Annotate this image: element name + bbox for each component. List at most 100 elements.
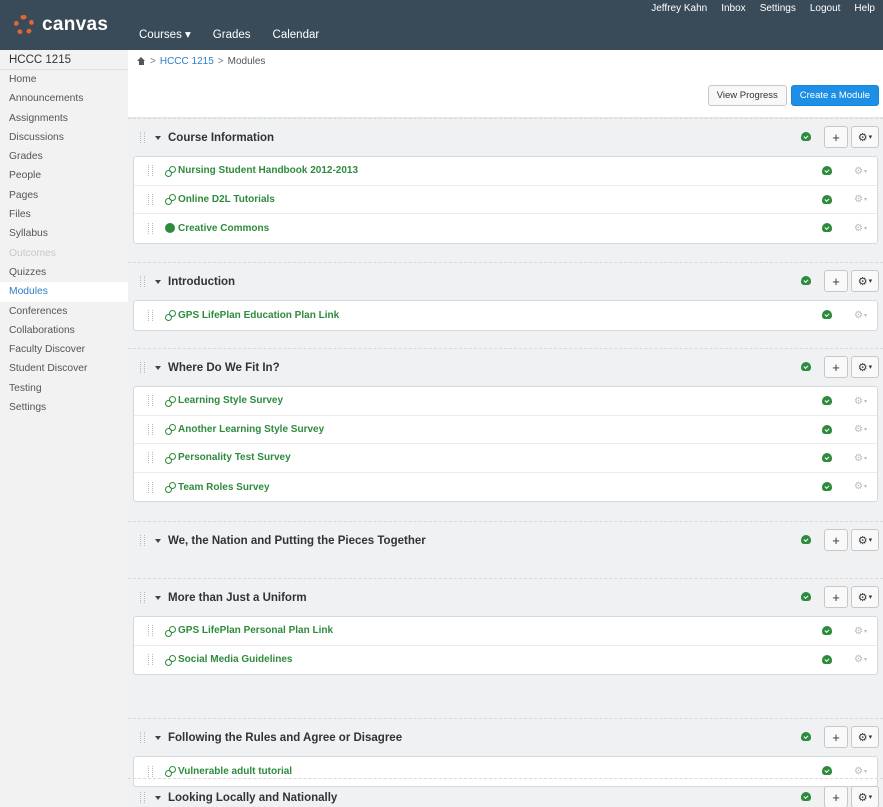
sidebar-item-people[interactable]: People [0, 166, 128, 185]
caret-down-icon[interactable]: ▾ [864, 656, 867, 663]
published-cloud-icon[interactable] [801, 732, 811, 742]
add-item-button[interactable]: + [824, 126, 848, 148]
drag-handle-icon[interactable] [140, 276, 145, 287]
home-icon[interactable] [137, 57, 146, 66]
help-link[interactable]: Help [854, 3, 875, 14]
add-item-button[interactable]: + [824, 356, 848, 378]
module-item-link[interactable]: Another Learning Style Survey [178, 424, 324, 435]
sidebar-item-home[interactable]: Home [0, 70, 128, 89]
drag-handle-icon[interactable] [140, 732, 145, 743]
module-settings-button[interactable]: ⚙ ▾ [851, 586, 879, 608]
sidebar-item-settings[interactable]: Settings [0, 398, 128, 417]
sidebar-item-quizzes[interactable]: Quizzes [0, 263, 128, 282]
gear-icon[interactable]: ⚙ [854, 166, 863, 177]
gear-icon[interactable]: ⚙ [854, 310, 863, 321]
gear-icon[interactable]: ⚙ [854, 194, 863, 205]
add-item-button[interactable]: + [824, 726, 848, 748]
module-settings-button[interactable]: ⚙ ▾ [851, 356, 879, 378]
nav-courses[interactable]: Courses ▾ [139, 27, 191, 41]
canvas-logo[interactable]: canvas [0, 0, 128, 50]
sidebar-item-assignments[interactable]: Assignments [0, 109, 128, 128]
module-settings-button[interactable]: ⚙ ▾ [851, 270, 879, 292]
caret-down-icon[interactable]: ▾ [864, 398, 867, 405]
published-cloud-icon[interactable] [822, 654, 833, 665]
nav-calendar[interactable]: Calendar [273, 29, 320, 41]
drag-handle-icon[interactable] [140, 792, 145, 803]
collapse-arrow-icon[interactable] [155, 735, 161, 740]
collapse-arrow-icon[interactable] [155, 595, 161, 600]
drag-handle-icon[interactable] [148, 395, 153, 407]
collapse-arrow-icon[interactable] [155, 538, 161, 543]
course-title[interactable]: HCCC 1215 [0, 50, 128, 70]
sidebar-item-announcements[interactable]: Announcements [0, 89, 128, 108]
module-settings-button[interactable]: ⚙ ▾ [851, 126, 879, 148]
caret-down-icon[interactable]: ▾ [864, 455, 867, 462]
drag-handle-icon[interactable] [148, 654, 153, 666]
add-item-button[interactable]: + [824, 586, 848, 608]
inbox-link[interactable]: Inbox [721, 3, 745, 14]
add-item-button[interactable]: + [824, 529, 848, 551]
published-cloud-icon[interactable] [801, 792, 811, 802]
module-header[interactable]: Where Do We Fit In? + ⚙ ▾ [128, 348, 883, 386]
drag-handle-icon[interactable] [140, 132, 145, 143]
drag-handle-icon[interactable] [148, 625, 153, 637]
module-settings-button[interactable]: ⚙ ▾ [851, 786, 879, 807]
published-cloud-icon[interactable] [801, 592, 811, 602]
gear-icon[interactable]: ⚙ [854, 481, 863, 492]
module-item-link[interactable]: Vulnerable adult tutorial [178, 766, 292, 777]
module-header[interactable]: Looking Locally and Nationally + ⚙ ▾ [128, 778, 883, 807]
module-item-link[interactable]: Personality Test Survey [178, 452, 291, 463]
collapse-arrow-icon[interactable] [155, 365, 161, 370]
caret-down-icon[interactable]: ▾ [864, 225, 867, 232]
view-progress-button[interactable]: View Progress [707, 85, 787, 106]
module-header[interactable]: Following the Rules and Agree or Disagre… [128, 718, 883, 756]
published-cloud-icon[interactable] [801, 535, 811, 545]
published-cloud-icon[interactable] [822, 626, 833, 636]
module-item-link[interactable]: GPS LifePlan Education Plan Link [178, 310, 339, 321]
drag-handle-icon[interactable] [148, 481, 153, 493]
caret-down-icon[interactable]: ▾ [864, 196, 867, 203]
published-cloud-icon[interactable] [822, 223, 833, 233]
collapse-arrow-icon[interactable] [155, 795, 161, 800]
drag-handle-icon[interactable] [148, 165, 153, 177]
published-cloud-icon[interactable] [822, 453, 833, 463]
sidebar-item-files[interactable]: Files [0, 205, 128, 224]
gear-icon[interactable]: ⚙ [854, 396, 863, 407]
user-name-link[interactable]: Jeffrey Kahn [651, 3, 707, 14]
sidebar-item-modules[interactable]: Modules [0, 282, 128, 302]
gear-icon[interactable]: ⚙ [854, 766, 863, 777]
module-settings-button[interactable]: ⚙ ▾ [851, 726, 879, 748]
drag-handle-icon[interactable] [148, 765, 153, 777]
sidebar-item-conferences[interactable]: Conferences [0, 302, 128, 321]
add-item-button[interactable]: + [824, 786, 848, 807]
published-cloud-icon[interactable] [822, 396, 833, 406]
caret-down-icon[interactable]: ▾ [864, 768, 867, 775]
module-header[interactable]: More than Just a Uniform + ⚙ ▾ [128, 578, 883, 616]
module-item-link[interactable]: Creative Commons [178, 223, 269, 234]
add-item-button[interactable]: + [824, 270, 848, 292]
sidebar-item-grades[interactable]: Grades [0, 147, 128, 166]
published-cloud-icon[interactable] [801, 132, 811, 142]
settings-link[interactable]: Settings [760, 3, 796, 14]
drag-handle-icon[interactable] [140, 362, 145, 373]
create-module-button[interactable]: Create a Module [790, 85, 879, 106]
published-cloud-icon[interactable] [822, 310, 833, 320]
module-item-link[interactable]: Team Roles Survey [178, 482, 270, 493]
published-cloud-icon[interactable] [801, 362, 811, 372]
sidebar-item-student-discover[interactable]: Student Discover [0, 359, 128, 378]
published-cloud-icon[interactable] [822, 766, 833, 776]
sidebar-item-testing[interactable]: Testing [0, 379, 128, 398]
sidebar-item-pages[interactable]: Pages [0, 186, 128, 205]
published-cloud-icon[interactable] [801, 276, 811, 286]
sidebar-item-outcomes[interactable]: Outcomes [0, 244, 128, 263]
breadcrumb-course[interactable]: HCCC 1215 [160, 56, 214, 67]
caret-down-icon[interactable]: ▾ [864, 483, 867, 490]
module-header[interactable]: Course Information + ⚙ ▾ [128, 118, 883, 156]
nav-grades[interactable]: Grades [213, 29, 251, 41]
gear-icon[interactable]: ⚙ [854, 223, 863, 234]
drag-handle-icon[interactable] [148, 452, 153, 464]
module-settings-button[interactable]: ⚙ ▾ [851, 529, 879, 551]
drag-handle-icon[interactable] [148, 423, 153, 435]
caret-down-icon[interactable]: ▾ [864, 628, 867, 635]
module-item-link[interactable]: Online D2L Tutorials [178, 194, 275, 205]
